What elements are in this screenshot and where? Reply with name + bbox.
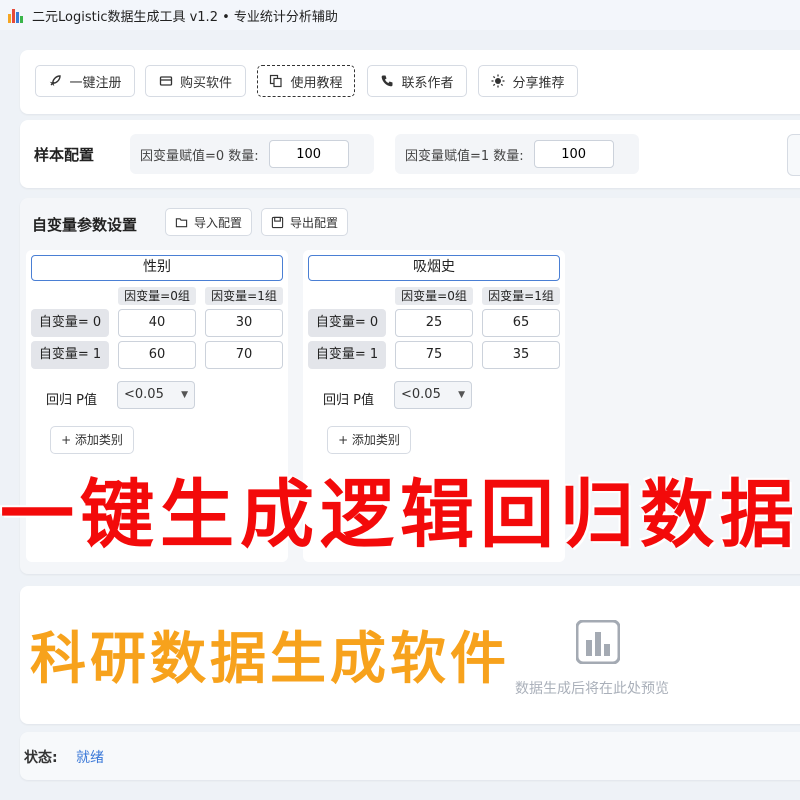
save-icon (271, 216, 284, 228)
share-label: 分享推荐 (512, 75, 565, 91)
count-cell[interactable]: 40 (118, 309, 196, 337)
dv1-count-group: 因变量赋值=1 数量: (395, 134, 639, 174)
p-value-select[interactable]: <0.05 ▼ (394, 381, 472, 409)
count-cell[interactable]: 65 (482, 309, 560, 337)
column-header: 因变量=0组 (118, 287, 196, 305)
add-category-button[interactable]: + 添加类别 (327, 426, 411, 454)
sample-config-panel: 样本配置 因变量赋值=0 数量: 因变量赋值=1 数量: (20, 120, 800, 188)
bar-chart-icon (576, 620, 620, 664)
folder-icon (175, 217, 188, 227)
tutorial-button[interactable]: 使用教程 (257, 65, 355, 97)
register-label: 一键注册 (69, 75, 122, 91)
status-value: 就绪 (76, 750, 104, 766)
buy-button[interactable]: 购买软件 (145, 65, 246, 97)
dv0-count-label: 因变量赋值=0 数量: (140, 148, 259, 164)
sample-config-heading: 样本配置 (34, 146, 95, 164)
status-bar: 状态: 就绪 (20, 732, 800, 780)
window-title: 二元Logistic数据生成工具 v1.2 • 专业统计分析辅助 (32, 9, 338, 25)
title-bar: 二元Logistic数据生成工具 v1.2 • 专业统计分析辅助 (0, 0, 800, 30)
credit-card-icon (159, 76, 173, 86)
toolbar: 一键注册 购买软件 使用教程 联系作者 分享推荐 (20, 50, 800, 114)
add-category-button[interactable]: + 添加类别 (50, 426, 134, 454)
buy-label: 购买软件 (179, 75, 232, 91)
count-cell[interactable]: 35 (482, 341, 560, 369)
register-button[interactable]: 一键注册 (35, 65, 135, 97)
p-value-selected: <0.05 (124, 387, 164, 402)
variable-name-input[interactable]: 性别 (31, 255, 283, 281)
dv1-count-label: 因变量赋值=1 数量: (405, 148, 524, 164)
contact-label: 联系作者 (401, 75, 454, 91)
dv1-count-input[interactable] (533, 140, 614, 168)
row-label: 自变量= 0 (308, 309, 386, 337)
row-label: 自变量= 1 (31, 341, 109, 369)
count-cell[interactable]: 60 (118, 341, 196, 369)
dv0-count-group: 因变量赋值=0 数量: (130, 134, 374, 174)
share-button[interactable]: 分享推荐 (478, 65, 578, 97)
row-label: 自变量= 1 (308, 341, 386, 369)
dv0-count-input[interactable] (268, 140, 349, 168)
tutorial-label: 使用教程 (290, 75, 343, 91)
count-cell[interactable]: 75 (395, 341, 473, 369)
p-value-label: 回归 P值 (46, 393, 97, 408)
count-cell[interactable]: 70 (205, 341, 283, 369)
export-config-label: 导出配置 (289, 215, 338, 230)
column-header: 因变量=1组 (482, 287, 560, 305)
variable-settings-heading: 自变量参数设置 (32, 216, 138, 234)
export-config-button[interactable]: 导出配置 (261, 208, 348, 236)
import-config-label: 导入配置 (193, 215, 242, 230)
count-cell[interactable]: 25 (395, 309, 473, 337)
count-cell[interactable]: 30 (205, 309, 283, 337)
column-header: 因变量=0组 (395, 287, 473, 305)
rocket-icon (50, 75, 62, 87)
sun-icon (491, 74, 505, 88)
phone-icon (382, 75, 393, 87)
p-value-select[interactable]: <0.05 ▼ (117, 381, 195, 409)
import-config-button[interactable]: 导入配置 (165, 208, 252, 236)
copy-icon (270, 74, 283, 88)
variable-name-input[interactable]: 吸烟史 (308, 255, 560, 281)
contact-button[interactable]: 联系作者 (367, 65, 467, 97)
p-value-label: 回归 P值 (323, 393, 374, 408)
preview-placeholder: 数据生成后将在此处预览 (515, 681, 669, 697)
generate-button[interactable] (787, 134, 800, 176)
promo-subline: 科研数据生成软件 (30, 627, 510, 692)
column-header: 因变量=1组 (205, 287, 283, 305)
chevron-down-icon: ▼ (181, 390, 188, 400)
chevron-down-icon: ▼ (458, 390, 465, 400)
promo-headline: 一键生成逻辑回归数据 (0, 472, 800, 558)
status-label: 状态: (24, 750, 58, 766)
app-icon (8, 7, 24, 23)
row-label: 自变量= 0 (31, 309, 109, 337)
p-value-selected: <0.05 (401, 387, 441, 402)
